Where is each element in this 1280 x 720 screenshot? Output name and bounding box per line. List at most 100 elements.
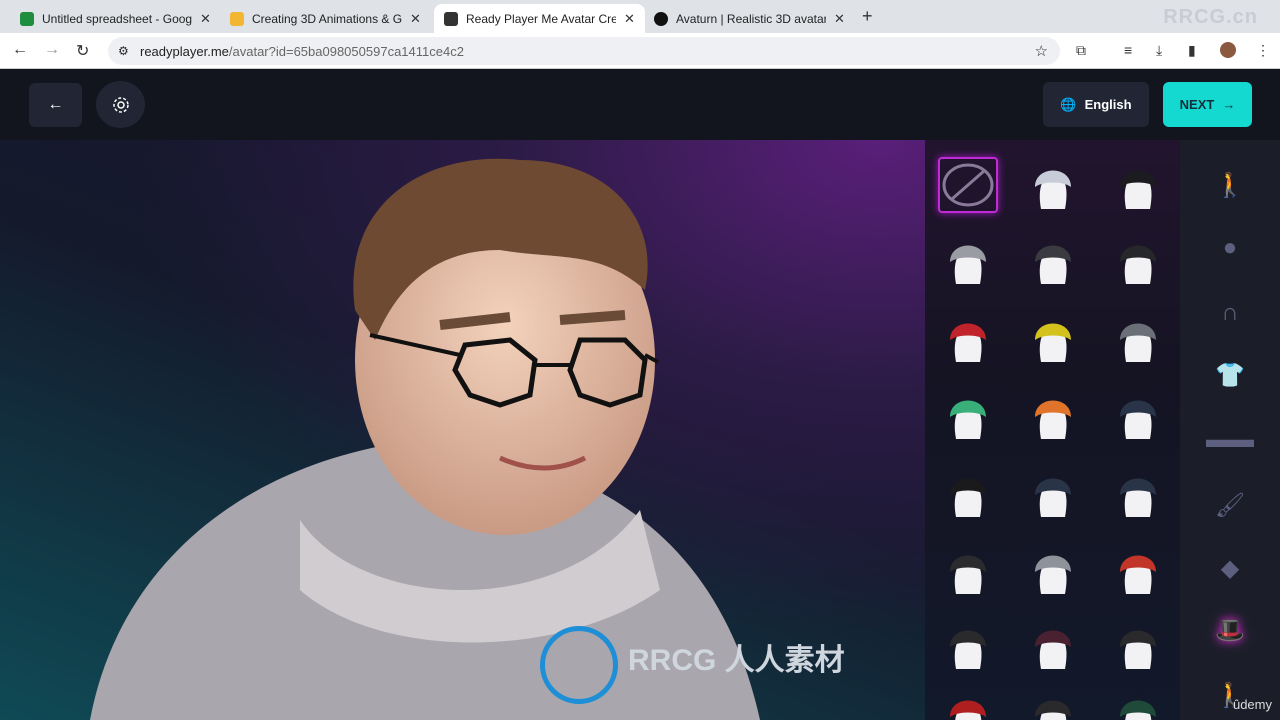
glasses-category-icon[interactable]: ▬▬ [1206, 420, 1254, 460]
tab-title: Avaturn | Realistic 3D avatar creator [676, 11, 826, 26]
tab-avaturn[interactable]: Avaturn | Realistic 3D avatar creator ✕ [644, 4, 855, 33]
makeup-category-icon[interactable]: 🖌 [1210, 485, 1250, 525]
next-button[interactable]: NEXT → [1163, 82, 1252, 127]
rrcg-logo [540, 626, 618, 704]
headwear-item-helmet[interactable] [1108, 232, 1168, 288]
hat-icon [1035, 700, 1071, 720]
hat-icon [1120, 700, 1156, 720]
beanie-icon [950, 478, 986, 517]
menu-icon[interactable]: ⋮ [1256, 42, 1270, 59]
language-button[interactable]: 🌐 English [1043, 82, 1149, 127]
avatar-viewport[interactable]: RRCG 人人素材 [0, 140, 925, 720]
headwear-item-beanie[interactable] [1108, 465, 1168, 521]
headwear-category-icon[interactable]: 🎩 [1210, 610, 1250, 650]
helmet-icon [950, 245, 986, 284]
headwear-item-spiked-crown[interactable] [1023, 542, 1083, 598]
headwear-item-hat[interactable] [938, 687, 998, 720]
headwear-item-hijab[interactable] [1108, 157, 1168, 213]
face-mask-category-icon[interactable]: ◆ [1210, 548, 1250, 588]
tab-bar: Untitled spreadsheet - Google Sheets ✕ Cr… [0, 0, 1280, 33]
goggles-beanie-icon [950, 400, 986, 439]
avatar-3d-model[interactable] [0, 140, 925, 720]
helmet-icon [950, 323, 986, 362]
headwear-item-helmet[interactable] [1023, 232, 1083, 288]
extensions-icon[interactable]: ⧉ [1076, 42, 1086, 59]
url-host: readyplayer.me [140, 43, 229, 59]
back-icon[interactable]: ← [12, 41, 28, 59]
hat-icon [950, 700, 986, 720]
spiked-crown-icon [1035, 555, 1071, 594]
top-hat-icon [1120, 630, 1156, 669]
new-tab-button[interactable]: + [862, 6, 873, 27]
settings-button[interactable] [96, 81, 145, 128]
headwear-item-helmet[interactable] [1023, 310, 1083, 366]
beanie-icon [1120, 400, 1156, 439]
headwear-item-top-hat[interactable] [1108, 617, 1168, 673]
witch-hat-icon [950, 555, 986, 594]
close-tab-icon[interactable]: ✕ [410, 11, 421, 27]
headwear-item-none[interactable] [938, 157, 998, 213]
headwear-item-keffiyeh[interactable] [1023, 157, 1083, 213]
headwear-grid [925, 140, 1180, 720]
santa-hat-icon [1120, 555, 1156, 594]
udemy-watermark: ûdemy [1232, 697, 1272, 712]
hair-category-icon[interactable]: ∩ [1210, 293, 1250, 333]
headwear-item-aviator-cap[interactable] [1108, 310, 1168, 366]
headwear-item-helmet[interactable] [938, 310, 998, 366]
hijab-icon [1120, 170, 1156, 209]
download-icon[interactable]: ⤓ [1156, 42, 1162, 59]
headwear-item-helmet[interactable] [938, 232, 998, 288]
goggles-beanie-icon [1035, 400, 1071, 439]
avaturn-icon [654, 11, 668, 26]
close-tab-icon[interactable]: ✕ [834, 11, 845, 27]
headwear-item-top-hat[interactable] [938, 617, 998, 673]
url-input[interactable]: readyplayer.me/avatar?id=65ba098050597ca… [108, 37, 1060, 65]
tab-title: Untitled spreadsheet - Google Sheets [42, 11, 192, 26]
beanie-icon [1035, 478, 1071, 517]
headwear-item-beanie[interactable] [938, 465, 998, 521]
profile-avatar[interactable] [1220, 42, 1236, 58]
headwear-item-beanie[interactable] [1023, 465, 1083, 521]
rpm-icon [444, 11, 458, 26]
arrow-left-icon: ← [47, 96, 64, 113]
headwear-item-top-hat[interactable] [1023, 617, 1083, 673]
site-info-icon[interactable]: ⚙ [118, 44, 129, 58]
headwear-item-beanie[interactable] [1108, 387, 1168, 443]
helmet-icon [1120, 245, 1156, 284]
tab-readyplayerme[interactable]: Ready Player Me Avatar Creator ✕ [434, 4, 645, 33]
close-tab-icon[interactable]: ✕ [624, 11, 635, 27]
globe-icon: 🌐 [1060, 96, 1077, 112]
gear-icon [112, 96, 129, 113]
watermark: RRCG.cn [1163, 6, 1258, 28]
bookmark-star-icon[interactable]: ☆ [1035, 42, 1048, 60]
headwear-item-goggles-beanie[interactable] [938, 387, 998, 443]
face-shape-category-icon[interactable]: ● [1210, 228, 1250, 268]
tab-title: Ready Player Me Avatar Creator [466, 11, 616, 26]
media-icon[interactable]: ≡ [1124, 42, 1132, 58]
body-category-icon[interactable]: 🚶 [1210, 165, 1250, 205]
top-hat-icon [950, 630, 986, 669]
top-hat-icon [1035, 630, 1071, 669]
back-button[interactable]: ← [29, 83, 82, 127]
outfit-category-icon[interactable]: 👕 [1210, 355, 1250, 395]
forward-icon[interactable]: → [44, 41, 60, 59]
headwear-item-hat[interactable] [1108, 687, 1168, 720]
sheets-icon [20, 11, 34, 26]
reload-icon[interactable]: ↻ [76, 41, 89, 61]
headwear-item-santa-hat[interactable] [1108, 542, 1168, 598]
sidepanel-icon[interactable]: ▮ [1188, 42, 1196, 59]
tab-title: Creating 3D Animations & Games [252, 11, 402, 26]
tab-sheets[interactable]: Untitled spreadsheet - Google Sheets ✕ [10, 4, 221, 33]
url-path: /avatar?id=65ba098050597ca1411ce4c2 [228, 43, 464, 59]
headwear-item-witch-hat[interactable] [938, 542, 998, 598]
watermark-text: RRCG 人人素材 [628, 644, 845, 677]
headwear-item-hat[interactable] [1023, 687, 1083, 720]
close-tab-icon[interactable]: ✕ [200, 11, 211, 27]
address-bar-row: ← → ↻ readyplayer.me/avatar?id=65ba09805… [0, 33, 1280, 69]
app-header: ← 🌐 English NEXT → [0, 70, 1280, 140]
helmet-icon [1035, 245, 1071, 284]
next-label: NEXT [1179, 97, 1215, 112]
headwear-item-goggles-beanie[interactable] [1023, 387, 1083, 443]
language-label: English [1084, 97, 1132, 112]
tab-udemy[interactable]: Creating 3D Animations & Games ✕ [220, 4, 431, 33]
